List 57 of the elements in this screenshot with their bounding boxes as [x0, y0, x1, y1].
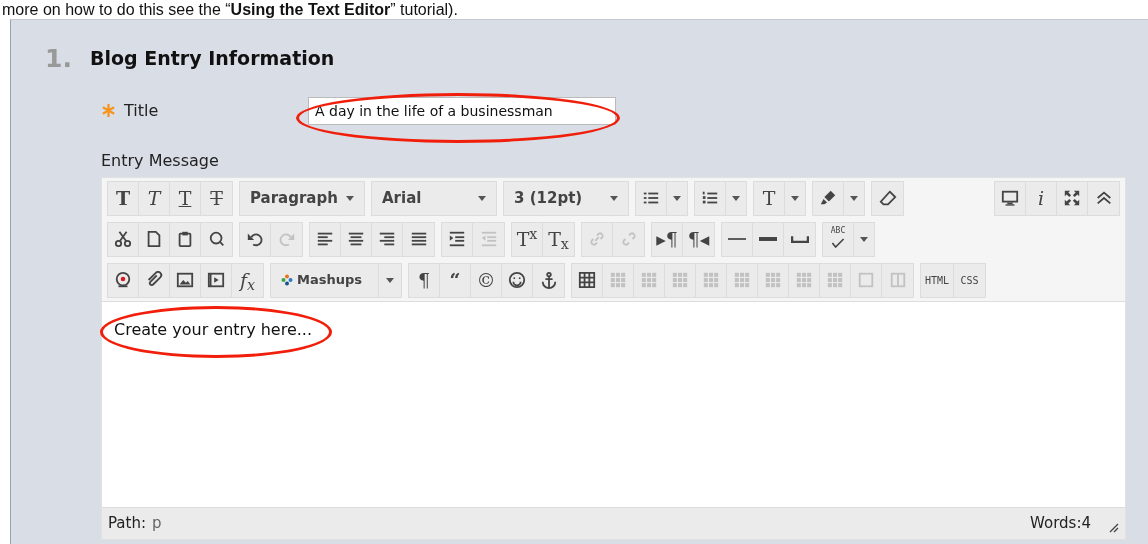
- table-grid-icon: [671, 271, 689, 289]
- dots-icon: [281, 274, 293, 286]
- eraser-icon: [878, 189, 897, 207]
- field-label: Title: [124, 99, 159, 122]
- monitor-icon: [1001, 189, 1019, 207]
- caret-icon: [478, 195, 486, 201]
- section-title: Blog Entry Information: [90, 46, 335, 71]
- align-center-icon: [347, 230, 365, 248]
- caret-icon: [610, 195, 618, 201]
- word-count: Words:4: [1030, 512, 1091, 534]
- intro-text: more on how to do this see the “Using the Text Editor” tutorial).: [1, 0, 459, 19]
- square-icon: [857, 271, 875, 289]
- title-input[interactable]: A day in the life of a businessman: [308, 96, 616, 125]
- table-grid-icon: [733, 271, 751, 289]
- smiley-icon: [508, 271, 526, 289]
- justify-icon: [409, 230, 428, 248]
- align-left-icon: [316, 230, 334, 248]
- table-grid-icon: [795, 271, 813, 289]
- indent-icon: [448, 230, 466, 248]
- anchor-icon: [539, 271, 558, 289]
- caret-icon: [850, 195, 858, 201]
- caret-icon: [386, 277, 394, 283]
- caret-icon: [732, 195, 740, 201]
- table-icon: [578, 271, 596, 289]
- field-label: Entry Message: [101, 149, 220, 172]
- path-value: p: [152, 512, 162, 534]
- search-icon: [207, 230, 226, 248]
- table-grid-icon: [764, 271, 782, 289]
- align-right-icon: [378, 230, 396, 248]
- table-grid-icon: [609, 271, 627, 289]
- link-icon: [588, 230, 606, 248]
- columns-icon: [888, 271, 907, 289]
- unlink-icon: [619, 230, 638, 248]
- scissors-icon: [114, 230, 132, 248]
- line-icon: [728, 238, 746, 240]
- table-grid-icon: [826, 271, 844, 289]
- document-icon: [145, 230, 163, 248]
- chevron-up-icon: [1094, 189, 1113, 207]
- caret-icon: [860, 236, 868, 242]
- space-icon: [790, 235, 809, 243]
- caret-icon: [673, 195, 681, 201]
- caret-icon: [346, 195, 354, 201]
- path-label: Path:: [108, 512, 146, 534]
- image-icon: [176, 271, 194, 289]
- highlighter-icon: [819, 189, 837, 207]
- entry-text: Create your entry here...: [114, 319, 312, 339]
- resize-grip-icon[interactable]: [1107, 521, 1119, 533]
- caret-icon: [791, 195, 799, 201]
- paperclip-icon: [145, 271, 163, 289]
- webcam-icon: [114, 271, 132, 289]
- table-grid-icon: [640, 271, 658, 289]
- table-grid-icon: [702, 271, 720, 289]
- section-number: 1.: [45, 45, 73, 71]
- outdent-icon: [479, 230, 498, 248]
- fullscreen-icon: [1063, 189, 1081, 207]
- clipboard-icon: [176, 230, 194, 248]
- film-icon: [207, 271, 225, 289]
